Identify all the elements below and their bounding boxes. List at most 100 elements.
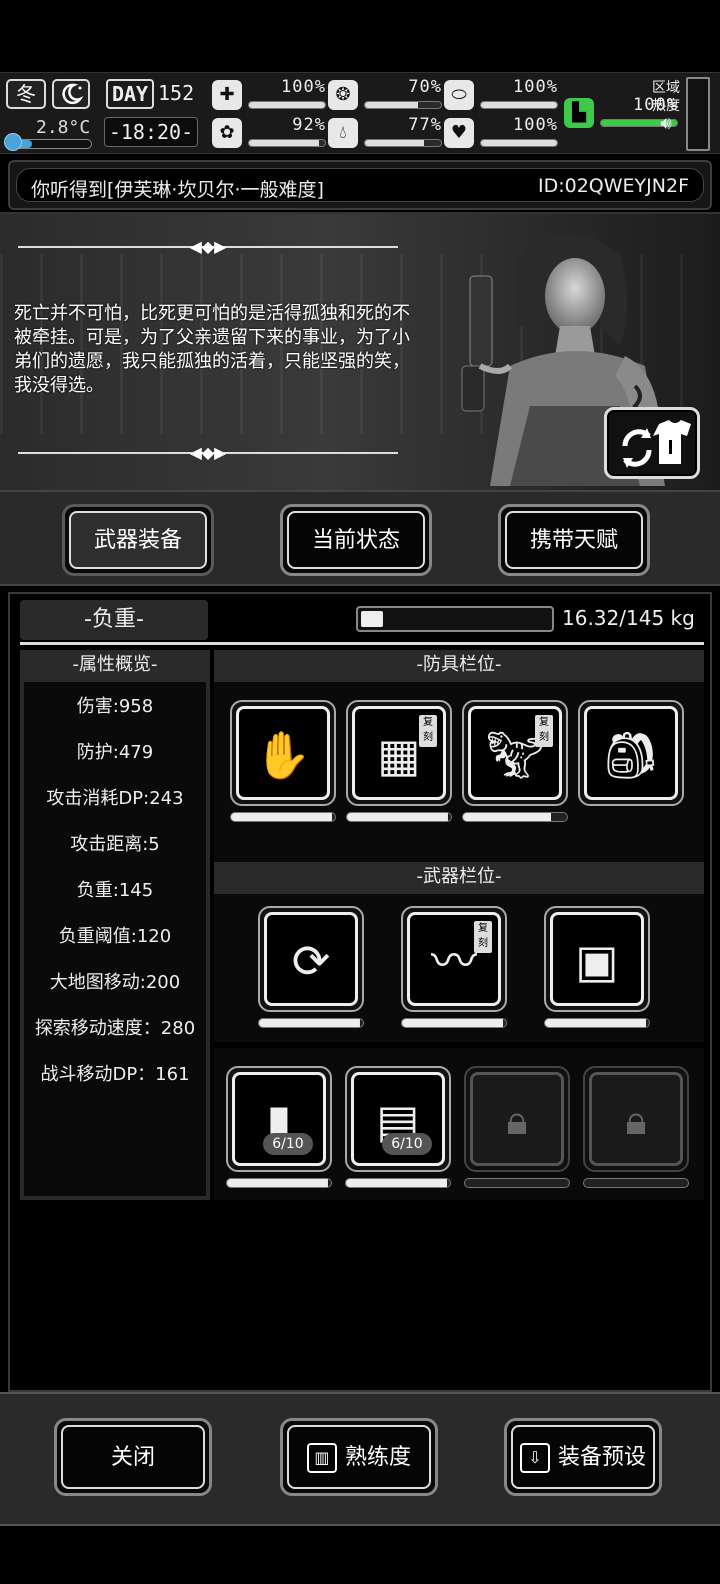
tab-row: 武器装备 当前状态 携带天赋 [0, 490, 720, 586]
close-button[interactable]: 关闭 [54, 1418, 212, 1496]
character-panel: ◀◆▶ 死亡并不可怕，比死更可怕的是活得孤独和死的不被牵挂。可是，为了父亲遗留下… [0, 212, 720, 492]
day-label: DAY [106, 79, 154, 109]
equipment-preset-button[interactable]: ⇩ 装备预设 [504, 1418, 662, 1496]
attribute-item: 攻击距离:5 [70, 834, 160, 855]
temperature-value: 2.8°C [36, 117, 91, 138]
divider [20, 642, 704, 645]
armor-slot-shorts[interactable]: ▦ 复刻 [346, 700, 452, 806]
consumables-slot-crate[interactable]: ▤ 6/10 [345, 1066, 451, 1172]
game-clock: -18:20- [104, 117, 198, 147]
weapons-slot-shield-box[interactable]: ▣ [544, 906, 650, 1012]
stat-value: 92% [292, 115, 326, 135]
player-id: ID:02QWEYJN2F [538, 175, 689, 197]
stat-thirst: 💧︎ 77% [328, 115, 443, 151]
durability-bar [345, 1178, 451, 1188]
stat-value: 70% [408, 77, 442, 97]
brain-icon: ✿ [212, 118, 242, 148]
tab-current-status[interactable]: 当前状态 [280, 504, 432, 576]
season-indicator: 冬 [6, 79, 46, 109]
reprint-badge: 复刻 [474, 921, 492, 953]
item-count: 6/10 [382, 1133, 432, 1155]
stat-mood: ♥ 100% [444, 115, 559, 151]
lock-icon: 🔒︎ [625, 1098, 647, 1144]
consumables-slot-locked-1: 🔒︎ [464, 1066, 570, 1172]
region-heat-bar [686, 77, 710, 151]
durability-bar [230, 812, 336, 822]
attribute-item: 大地图移动:200 [49, 972, 181, 993]
day-number: 152 [158, 81, 195, 105]
backpack-icon: 🎒︎ [601, 728, 661, 782]
character-quote: 死亡并不可怕，比死更可怕的是活得孤独和死的不被牵挂。可是，为了父亲遗留下来的事业… [14, 303, 410, 396]
stat-value: 100% [513, 115, 558, 135]
stat-hunger: ❂ 70% [328, 77, 443, 113]
weight-bar [356, 606, 554, 632]
tab-talents[interactable]: 携带天赋 [498, 504, 650, 576]
pill-icon: ⬭ [444, 80, 474, 110]
moon-icon [52, 79, 90, 109]
attribute-item: 攻击消耗DP:243 [46, 788, 184, 809]
reprint-badge: 复刻 [535, 715, 553, 747]
weapons-slot-whip[interactable]: 〰复刻 [401, 906, 507, 1012]
durability-bar [226, 1178, 332, 1188]
stat-bar [480, 101, 558, 109]
season-label: 冬 [16, 82, 36, 106]
attribute-item: 负重:145 [76, 880, 154, 901]
durability-bar [464, 1178, 570, 1188]
medkit-icon: ✚ [212, 80, 242, 110]
tab-weapons-equipment[interactable]: 武器装备 [62, 504, 214, 576]
region-heat-label[interactable]: 区域 热度 🔊︎ [648, 79, 684, 133]
bottom-bar: 关闭 ▥ 熟练度 ⇩ 装备预设 [0, 1392, 720, 1526]
consumables-slot-locked-2: 🔒︎ [583, 1066, 689, 1172]
stat-bar [480, 139, 558, 147]
chain-whip-icon: ⟳ [291, 934, 331, 988]
top-ornament-divider: ◀◆▶ [18, 237, 398, 256]
attribute-item: 负重阈值:120 [58, 926, 172, 947]
water-drop-icon: 💧︎ [328, 118, 358, 148]
outfit-swap-icon [622, 420, 691, 468]
stat-bar [248, 139, 326, 147]
stomach-icon: ❂ [328, 80, 358, 110]
attribute-item: 战斗移动DP：161 [40, 1064, 190, 1085]
stat-value: 100% [281, 77, 326, 97]
stat-health: ✚ 100% [212, 77, 327, 113]
character-title: 你听得到[伊芙琳·坎贝尔·一般难度] [31, 179, 324, 201]
speaker-icon[interactable]: 🔊︎ [648, 115, 684, 133]
proficiency-icon: ▥ [306, 1443, 337, 1473]
durability-bar [583, 1178, 689, 1188]
equipment-panel: -负重- 16.32/145 kg -属性概览- 伤害:958 防护:479 攻击消… [8, 592, 712, 1392]
stat-value: 100% [513, 77, 558, 97]
armor-slot-gloves[interactable]: ✋ [230, 700, 336, 806]
armor-slot-dino-head[interactable]: 🦖︎ 复刻 [462, 700, 568, 806]
thermometer-icon [4, 133, 22, 151]
heart-icon: ♥ [444, 118, 474, 148]
box-shield-icon: ▣ [575, 934, 619, 988]
consumables-slot-grenade[interactable]: ▮ 6/10 [226, 1066, 332, 1172]
reprint-badge: 复刻 [419, 715, 437, 747]
stat-bar [364, 139, 442, 147]
proficiency-button[interactable]: ▥ 熟练度 [280, 1418, 438, 1496]
weapons-slot-chain-whip[interactable]: ⟳ [258, 906, 364, 1012]
stat-pill: ⬭ 100% [444, 77, 559, 113]
attribute-item: 伤害:958 [76, 696, 154, 717]
stat-value: 77% [408, 115, 442, 135]
stat-bar [248, 101, 326, 109]
stat-sanity: ✿ 92% [212, 115, 327, 151]
lock-icon: 🔒︎ [506, 1098, 528, 1144]
armor-slot-backpack[interactable]: 🎒︎ [578, 700, 684, 806]
stat-bar [364, 101, 442, 109]
weight-label: -负重- [20, 600, 208, 640]
weight-value: 16.32/145 kg [562, 606, 695, 630]
attribute-item: 探索移动速度：280 [34, 1018, 196, 1039]
status-bar: 冬 2.8°C DAY 152 -18:20- ✚ 100% ❂ 70% ⬭ 100% ✿ 9… [0, 72, 720, 154]
durability-bar [346, 812, 452, 822]
durability-bar [462, 812, 568, 822]
armor-section: -防具栏位- ✋ ▦ 复刻 🦖︎ 复刻 🎒︎ [214, 650, 704, 862]
change-outfit-button[interactable] [604, 407, 700, 479]
weapon-section: -武器栏位- ⟳ 〰复刻 ▣ [214, 862, 704, 1042]
attribute-item: 防护:479 [76, 742, 154, 763]
boot-icon: ▙ [564, 98, 594, 128]
armor-header: -防具栏位- [416, 654, 502, 675]
preset-icon: ⇩ [519, 1443, 550, 1473]
character-header: 你听得到[伊芙琳·坎贝尔·一般难度] ID:02QWEYJN2F [8, 160, 712, 210]
gloves-icon: ✋ [254, 728, 312, 782]
